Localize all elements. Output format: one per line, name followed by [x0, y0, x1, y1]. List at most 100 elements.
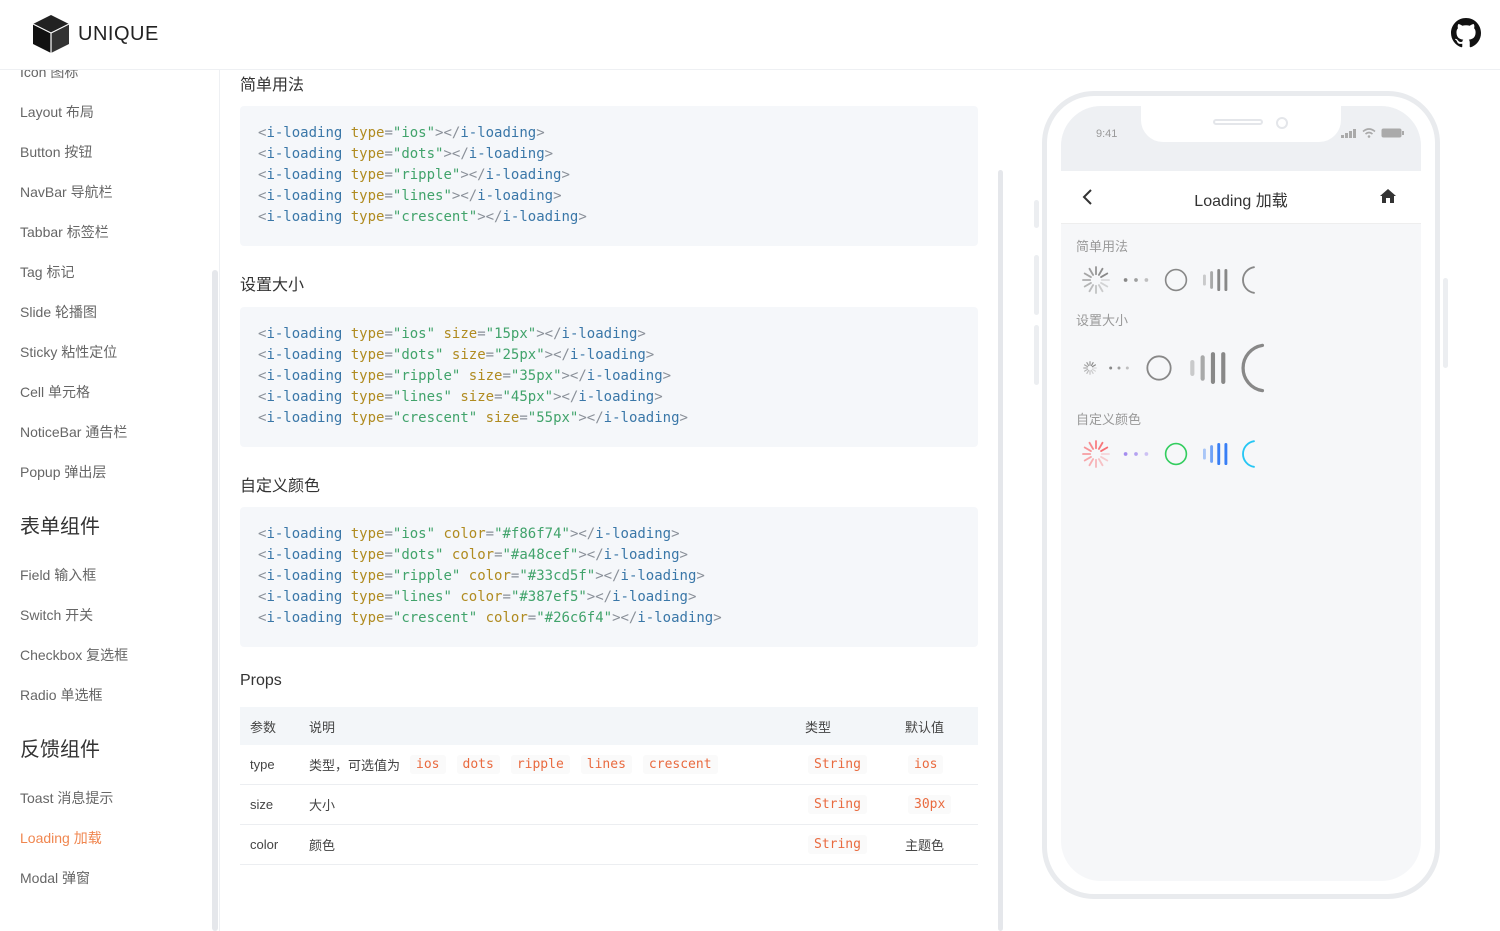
cube-logo-icon — [32, 15, 70, 53]
code-chip: ios — [410, 755, 446, 774]
color-loaders — [1082, 440, 1255, 468]
spinner-spoke — [1088, 458, 1095, 467]
code-block-basic: <i-loading type="ios"></i-loading> <i-loa… — [240, 106, 978, 246]
phone-volume-up-button — [1034, 255, 1039, 315]
sidebar-item-tag[interactable]: Tag 标记 — [20, 262, 74, 282]
spinner-bar — [1224, 268, 1228, 292]
table-row: type 类型，可选值为 ios dots ripple lines cresc… — [240, 745, 978, 785]
sidebar-item-sticky[interactable]: Sticky 粘性定位 — [20, 342, 117, 362]
spinner-spoke — [1091, 364, 1097, 368]
sidebar-item-icon[interactable]: Icon 图标 — [20, 70, 78, 82]
sidebar-item-toast[interactable]: Toast 消息提示 — [20, 788, 113, 808]
header-param: 参数 — [250, 719, 277, 735]
param-cell: type — [250, 757, 275, 772]
spinner-spoke — [1100, 455, 1109, 462]
type-chip: String — [808, 755, 867, 774]
code-line: <i-loading type="dots" size="25px"></i-l… — [258, 347, 655, 363]
code-line: <i-loading type="crescent"></i-loading> — [258, 209, 587, 225]
spinner-spoke — [1090, 361, 1094, 367]
code-line: <i-loading type="ripple" size="35px"></i… — [258, 368, 672, 384]
code-line: <i-loading type="ios" size="15px"></i-lo… — [258, 326, 646, 342]
code-line: <i-loading type="lines" color="#387ef5">… — [258, 589, 697, 605]
spinner-spoke — [1097, 441, 1104, 450]
spinner-dot — [1123, 278, 1128, 282]
code-block-color: <i-loading type="ios" color="#f86f74"></… — [240, 507, 978, 647]
size-loaders — [1083, 343, 1265, 393]
spinner-bar — [1190, 360, 1195, 376]
github-icon[interactable] — [1451, 18, 1481, 48]
lines-spinner-icon — [1203, 442, 1228, 466]
section-title-color: 自定义颜色 — [240, 478, 321, 495]
spinner-dot — [1144, 452, 1149, 456]
code-chip: lines — [580, 755, 632, 774]
content-scrollbar[interactable] — [998, 170, 1003, 931]
spinner-dot — [1117, 366, 1121, 370]
default-chip: ios — [908, 755, 944, 774]
spinner-dot — [1109, 366, 1113, 370]
ripple-spinner-icon — [1164, 442, 1188, 466]
sidebar-scrollbar[interactable] — [212, 270, 218, 931]
default-chip: 30px — [908, 795, 952, 814]
phone-mute-button — [1034, 200, 1039, 228]
sidebar-item-navbar[interactable]: NavBar 导航栏 — [20, 182, 113, 202]
spinner-spoke — [1083, 455, 1092, 462]
code-line: <i-loading type="ripple" color="#33cd5f"… — [258, 568, 705, 584]
sidebar-item-button[interactable]: Button 按钮 — [20, 142, 92, 162]
ripple-spinner-icon — [1164, 268, 1188, 292]
spinner-spoke — [1086, 369, 1090, 375]
sidebar-item-radio[interactable]: Radio 单选框 — [20, 685, 102, 705]
code-chip: dots — [456, 755, 500, 774]
spinner-bar — [1210, 271, 1214, 289]
default-cell: 30px — [908, 785, 962, 824]
speaker — [1213, 119, 1263, 125]
crescent-spinner-icon — [1242, 266, 1255, 294]
section-title-size: 设置大小 — [240, 277, 305, 294]
spinner-spoke — [1088, 441, 1095, 450]
sidebar-item-loading[interactable]: Loading 加载 — [20, 828, 102, 848]
brand-logo[interactable]: UNIQUE — [32, 14, 159, 54]
desc-cell: 大小 — [309, 798, 336, 813]
lines-spinner-icon — [1190, 352, 1226, 384]
ios-spinner-icon — [1082, 440, 1110, 468]
spinner-spoke — [1083, 281, 1092, 288]
demo-title-size: 设置大小 — [1076, 313, 1129, 328]
crescent-spinner-icon — [1241, 343, 1265, 393]
section-title-basic: 简单用法 — [240, 77, 305, 94]
header-desc: 说明 — [309, 719, 336, 735]
header-type: 类型 — [805, 719, 832, 735]
spinner-spoke — [1100, 281, 1109, 288]
param-cell: size — [250, 797, 274, 812]
props-table: 参数 说明 类型 默认值 type 类型，可选值为 ios dots rippl… — [240, 707, 978, 865]
sidebar-item-noticebar[interactable]: NoticeBar 通告栏 — [20, 422, 127, 442]
demo-row-size — [1076, 338, 1406, 398]
wifi-icon — [1362, 128, 1376, 138]
spinner-bar — [1217, 442, 1221, 466]
spinner-spoke — [1083, 364, 1089, 368]
sidebar-item-popup[interactable]: Popup 弹出层 — [20, 462, 106, 482]
spinner-bar — [1203, 448, 1206, 460]
sidebar-item-cell[interactable]: Cell 单元格 — [20, 382, 90, 402]
sidebar-group-form: 表单组件 — [20, 516, 100, 538]
battery-icon — [1381, 128, 1404, 138]
sidebar-item-modal[interactable]: Modal 弹窗 — [20, 868, 90, 888]
sidebar-item-tabbar[interactable]: Tabbar 标签栏 — [20, 222, 109, 242]
basic-loaders — [1082, 266, 1255, 294]
desc-text: 类型，可选值为 — [309, 758, 401, 773]
dots-spinner-icon — [1123, 452, 1149, 456]
code-line: <i-loading type="dots"></i-loading> — [258, 146, 554, 162]
lines-spinner-icon — [1203, 268, 1228, 292]
type-chip: String — [808, 835, 867, 854]
type-cell: String — [808, 745, 878, 784]
sidebar-item-switch[interactable]: Switch 开关 — [20, 605, 93, 625]
demo-row-color — [1076, 434, 1406, 474]
sidebar-item-slide[interactable]: Slide 轮播图 — [20, 302, 97, 322]
sidebar-item-layout[interactable]: Layout 布局 — [20, 102, 94, 122]
sidebar-item-field[interactable]: Field 输入框 — [20, 565, 96, 585]
spinner-spoke — [1086, 361, 1090, 367]
spinner-spoke — [1097, 284, 1104, 293]
ios-spinner-icon — [1083, 361, 1097, 375]
spinner-bar — [1224, 442, 1228, 466]
home-icon[interactable] — [1379, 188, 1397, 204]
sidebar-item-checkbox[interactable]: Checkbox 复选框 — [20, 645, 128, 665]
code-block-size: <i-loading type="ios" size="15px"></i-lo… — [240, 307, 978, 447]
